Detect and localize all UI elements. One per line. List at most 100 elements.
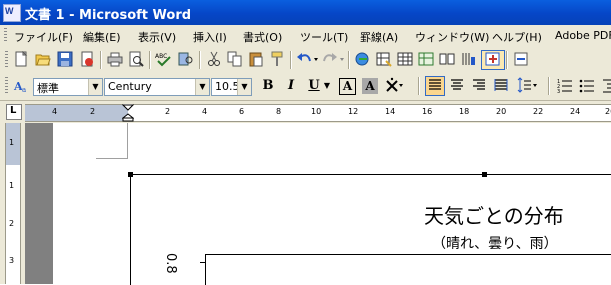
ruler-number: 2: [9, 219, 15, 228]
document-map-icon[interactable]: [481, 50, 505, 70]
show-hide-icon[interactable]: [512, 51, 530, 69]
ruler-number: 6: [239, 107, 245, 116]
italic-button[interactable]: I: [282, 77, 300, 95]
distributed-icon[interactable]: [492, 77, 510, 95]
tables-borders-icon[interactable]: [375, 51, 393, 69]
ruler-number: 26: [605, 107, 611, 116]
hyperlink-icon[interactable]: [354, 51, 372, 69]
redo-icon[interactable]: [322, 51, 346, 69]
paste-icon[interactable]: [247, 51, 265, 69]
ruler-number: 1: [9, 181, 15, 190]
research-icon[interactable]: [177, 51, 195, 69]
save-icon[interactable]: [56, 51, 74, 69]
menu-adobe-pdf[interactable]: Adobe PDF: [555, 29, 611, 42]
chart-subtitle: （晴れ、曇り、雨）: [432, 236, 558, 252]
ruler-number: 4: [52, 107, 58, 116]
toolbar-grip-icon[interactable]: [5, 77, 8, 95]
open-folder-icon[interactable]: [34, 51, 52, 69]
align-right-icon[interactable]: [470, 77, 488, 95]
crop-mark: [96, 158, 128, 159]
chevron-down-icon[interactable]: ▼: [322, 77, 332, 95]
y-tick-mark: [200, 262, 205, 263]
menu-insert[interactable]: 挿入(I): [193, 29, 227, 45]
style-combo[interactable]: 標準 ▼: [33, 78, 103, 96]
ruler-number: 2: [165, 107, 171, 116]
drawing-icon[interactable]: [459, 51, 477, 69]
font-size-combo[interactable]: 10.5 ▼: [211, 78, 252, 96]
formatting-toolbar: Aa 標準 ▼ Century ▼ 10.5 ▼ B I U ▼ A A 123: [0, 73, 611, 101]
menu-edit[interactable]: 編集(E): [83, 29, 121, 45]
toolbar-grip-icon[interactable]: [5, 51, 8, 69]
chevron-down-icon[interactable]: ▼: [195, 79, 209, 95]
menubar-grip-icon[interactable]: [4, 28, 7, 43]
chevron-down-icon[interactable]: ▼: [237, 79, 251, 95]
chevron-down-icon[interactable]: ▼: [88, 79, 102, 95]
ruler-number: 1: [9, 138, 15, 147]
menu-help[interactable]: ヘルプ(H): [492, 29, 542, 45]
tab-selector-button[interactable]: L: [6, 104, 22, 120]
spelling-icon[interactable]: ABC: [155, 51, 173, 69]
ruler-number: 14: [385, 107, 396, 116]
format-painter-icon[interactable]: [268, 51, 286, 69]
align-center-icon[interactable]: [448, 77, 466, 95]
toolbar-separator: [348, 51, 350, 69]
ruler-number: 4: [202, 107, 208, 116]
copy-icon[interactable]: [226, 51, 244, 69]
line-spacing-icon[interactable]: [515, 77, 539, 95]
ruler-number: 24: [570, 107, 581, 116]
toolbar-separator: [100, 51, 102, 69]
ruler-margin-area: [25, 105, 128, 121]
toolbar-separator: [149, 51, 151, 69]
numbering-icon[interactable]: 123: [556, 77, 574, 95]
menu-view[interactable]: 表示(V): [138, 29, 176, 45]
vertical-ruler-strip: 1 1 2 3: [5, 123, 21, 284]
window-title: 文書 1 - Microsoft Word: [25, 8, 192, 23]
title-bar: W 文書 1 - Microsoft Word: [0, 0, 611, 25]
bold-button[interactable]: B: [259, 77, 277, 95]
cut-icon[interactable]: [205, 51, 223, 69]
menu-window[interactable]: ウィンドウ(W): [415, 29, 489, 45]
horizontal-ruler-area: L 4 2 2 4 6 8 10 12 14 16 18 20 22 24 26: [0, 101, 611, 123]
char-shading-button[interactable]: A: [362, 78, 378, 94]
crop-mark: [127, 123, 128, 159]
toolbar-separator: [548, 77, 550, 95]
ruler-number: 22: [533, 107, 544, 116]
standard-toolbar: ABC: [0, 47, 611, 74]
vertical-ruler[interactable]: 1 1 2 3: [0, 123, 25, 284]
menu-tools[interactable]: ツール(T): [300, 29, 348, 45]
insert-table-icon[interactable]: [396, 51, 414, 69]
font-combo[interactable]: Century ▼: [104, 78, 210, 96]
emphasis-mark-icon[interactable]: [384, 77, 404, 95]
toolbar-separator: [418, 77, 420, 95]
ruler-number: 12: [348, 107, 359, 116]
resize-handle[interactable]: [128, 172, 133, 177]
svg-text:ABC: ABC: [155, 53, 167, 60]
char-border-button[interactable]: A: [339, 78, 356, 95]
menu-format[interactable]: 書式(O): [243, 29, 282, 45]
horizontal-ruler[interactable]: 4 2 2 4 6 8 10 12 14 16 18 20 22 24 26: [25, 104, 611, 122]
resize-handle[interactable]: [482, 172, 487, 177]
ruler-number: 10: [311, 107, 322, 116]
print-icon[interactable]: [106, 51, 124, 69]
undo-icon[interactable]: [296, 51, 320, 69]
ruler-number: 18: [459, 107, 470, 116]
columns-icon[interactable]: [438, 51, 456, 69]
underline-button[interactable]: U: [305, 77, 323, 95]
chart-plot-area[interactable]: [205, 254, 611, 285]
menu-table[interactable]: 罫線(A): [360, 29, 398, 45]
menu-file[interactable]: ファイル(F): [14, 29, 73, 45]
insert-excel-icon[interactable]: [417, 51, 435, 69]
hanging-indent-marker[interactable]: [122, 104, 134, 122]
menu-bar: ファイル(F) 編集(E) 表示(V) 挿入(I) 書式(O) ツール(T) 罫…: [0, 25, 611, 48]
bullets-icon[interactable]: [578, 77, 596, 95]
font-value: Century: [108, 80, 152, 93]
permission-icon[interactable]: [78, 51, 96, 69]
align-justify-icon[interactable]: [425, 76, 445, 96]
new-document-icon[interactable]: [12, 50, 30, 69]
style-icon[interactable]: Aa: [12, 78, 30, 96]
word-app-icon[interactable]: W: [3, 4, 21, 22]
svg-text:3: 3: [557, 89, 560, 93]
decrease-indent-icon[interactable]: [598, 77, 611, 95]
print-preview-icon[interactable]: [127, 51, 145, 69]
style-value: 標準: [37, 82, 59, 95]
